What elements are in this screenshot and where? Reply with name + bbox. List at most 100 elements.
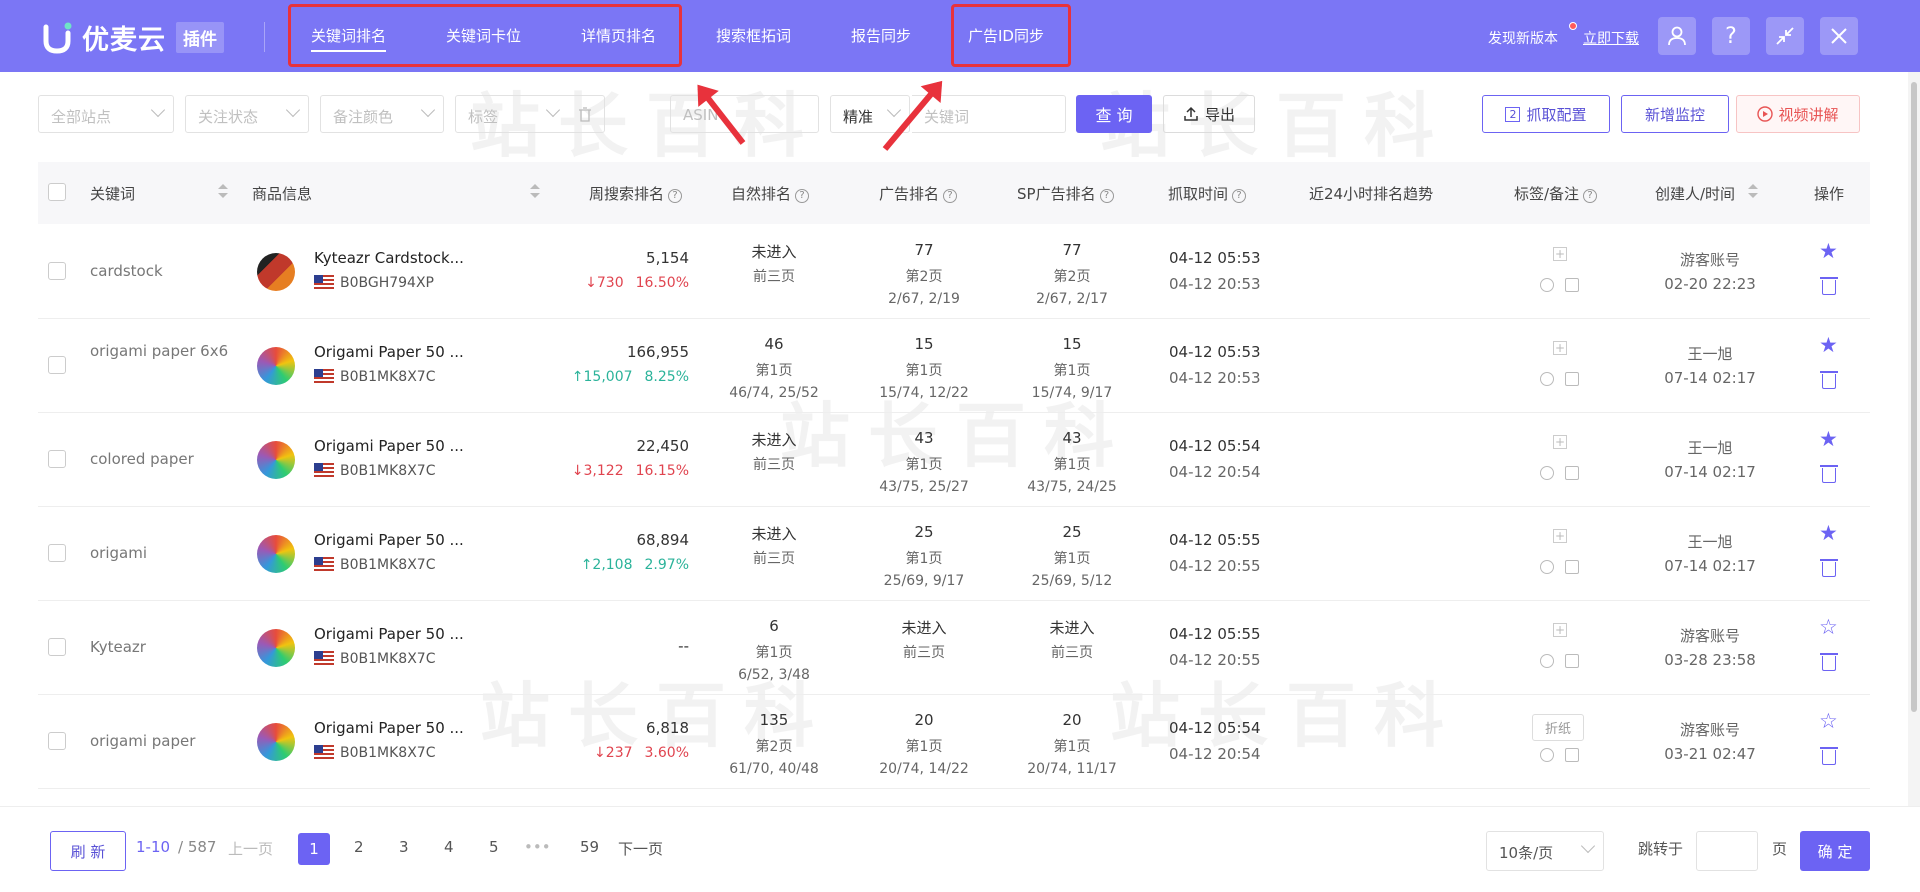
row-checkbox[interactable]	[48, 262, 66, 280]
product-title[interactable]: Kyteazr Cardstock...	[314, 249, 464, 267]
product-asin[interactable]: B0B1MK8X7C	[314, 651, 435, 667]
add-monitor-button[interactable]: 新增监控	[1621, 95, 1729, 133]
trash-icon[interactable]	[578, 107, 592, 122]
note-icon[interactable]	[1565, 748, 1579, 762]
page-4-button[interactable]: 4	[444, 838, 454, 856]
star-filled-icon[interactable]: ★	[1819, 427, 1838, 451]
download-link[interactable]: 立即下载	[1583, 28, 1639, 48]
export-button[interactable]: 导出	[1163, 95, 1255, 133]
product-image[interactable]	[257, 629, 295, 667]
help-button[interactable]: ?	[1712, 17, 1750, 55]
add-tag-icon[interactable]: +	[1553, 341, 1567, 355]
product-asin[interactable]: B0B1MK8X7C	[314, 745, 435, 761]
delete-icon[interactable]	[1820, 559, 1838, 577]
note-color-icon[interactable]	[1540, 748, 1554, 762]
add-tag-icon[interactable]: +	[1553, 435, 1567, 449]
product-title[interactable]: Origami Paper 50 ...	[314, 343, 464, 361]
tab-search-box-expand[interactable]: 搜索框拓词	[716, 25, 791, 46]
select-all-checkbox[interactable]	[48, 183, 66, 201]
product-title[interactable]: Origami Paper 50 ...	[314, 531, 464, 549]
page-5-button[interactable]: 5	[489, 838, 499, 856]
help-icon[interactable]: ?	[668, 189, 683, 203]
keyword-input[interactable]: 关键词	[912, 95, 1066, 133]
next-page-button[interactable]: 下一页	[618, 838, 663, 859]
star-filled-icon[interactable]: ★	[1819, 521, 1838, 545]
sort-icon[interactable]	[218, 184, 228, 200]
row-checkbox[interactable]	[48, 450, 66, 468]
fetch-config-button[interactable]: 2 抓取配置	[1482, 95, 1610, 133]
page-1-button[interactable]: 1	[298, 833, 330, 865]
organic-rank-detail: 6/52, 3/48	[738, 667, 810, 683]
user-button[interactable]	[1658, 17, 1696, 55]
product-asin[interactable]: B0B1MK8X7C	[314, 463, 435, 479]
note-icon[interactable]	[1565, 560, 1579, 574]
star-filled-icon[interactable]: ★	[1819, 239, 1838, 263]
star-outline-icon[interactable]: ☆	[1819, 615, 1838, 639]
delete-icon[interactable]	[1820, 277, 1838, 295]
add-tag-icon[interactable]: +	[1553, 623, 1567, 637]
product-image[interactable]	[257, 253, 295, 291]
jump-confirm-button[interactable]: 确 定	[1800, 831, 1870, 871]
tag-chip[interactable]: 折纸	[1532, 714, 1585, 741]
weekly-change-value: 237	[605, 745, 633, 761]
scrollbar-thumb[interactable]	[1911, 82, 1917, 712]
note-icon[interactable]	[1565, 466, 1579, 480]
product-title[interactable]: Origami Paper 50 ...	[314, 625, 464, 643]
page-59-button[interactable]: 59	[580, 838, 599, 856]
video-tutorial-button[interactable]: 视频讲解	[1736, 95, 1860, 133]
star-outline-icon[interactable]: ☆	[1819, 709, 1838, 733]
product-image[interactable]	[257, 723, 295, 761]
row-checkbox[interactable]	[48, 356, 66, 374]
note-color-icon[interactable]	[1540, 654, 1554, 668]
page-2-button[interactable]: 2	[354, 838, 364, 856]
tab-report-sync[interactable]: 报告同步	[851, 25, 911, 46]
row-checkbox[interactable]	[48, 544, 66, 562]
row-checkbox[interactable]	[48, 732, 66, 750]
query-button[interactable]: 查 询	[1076, 95, 1152, 133]
sort-icon[interactable]	[530, 184, 540, 200]
scrollbar[interactable]	[1908, 72, 1920, 806]
prev-page-button[interactable]: 上一页	[228, 838, 273, 859]
asin-input[interactable]: ASIN	[670, 95, 819, 133]
jump-page-input[interactable]	[1696, 831, 1758, 871]
note-icon[interactable]	[1565, 654, 1579, 668]
follow-status-select[interactable]: 关注状态	[185, 95, 309, 133]
note-color-select[interactable]: 备注颜色	[320, 95, 444, 133]
product-asin[interactable]: B0B1MK8X7C	[314, 557, 435, 573]
note-icon[interactable]	[1565, 278, 1579, 292]
tag-select[interactable]: 标签	[455, 95, 605, 133]
close-button[interactable]	[1820, 17, 1858, 55]
note-color-icon[interactable]	[1540, 372, 1554, 386]
product-asin[interactable]: B0B1MK8X7C	[314, 369, 435, 385]
product-image[interactable]	[257, 441, 295, 479]
page-ellipsis[interactable]: •••	[524, 838, 551, 856]
site-select[interactable]: 全部站点	[38, 95, 174, 133]
help-icon[interactable]: ?	[795, 189, 810, 203]
row-checkbox[interactable]	[48, 638, 66, 656]
sort-icon[interactable]	[1748, 184, 1758, 200]
page-3-button[interactable]: 3	[399, 838, 409, 856]
note-icon[interactable]	[1565, 372, 1579, 386]
add-tag-icon[interactable]: +	[1553, 247, 1567, 261]
delete-icon[interactable]	[1820, 465, 1838, 483]
note-color-icon[interactable]	[1540, 560, 1554, 574]
note-color-icon[interactable]	[1540, 466, 1554, 480]
add-tag-icon[interactable]: +	[1553, 529, 1567, 543]
product-title[interactable]: Origami Paper 50 ...	[314, 437, 464, 455]
product-image[interactable]	[257, 347, 295, 385]
help-icon[interactable]: ?	[1232, 189, 1247, 203]
note-color-icon[interactable]	[1540, 278, 1554, 292]
delete-icon[interactable]	[1820, 653, 1838, 671]
help-icon[interactable]: ?	[1583, 189, 1598, 203]
help-icon[interactable]: ?	[1099, 189, 1114, 203]
refresh-button[interactable]: 刷 新	[50, 831, 126, 871]
product-asin[interactable]: B0BGH794XP	[314, 275, 434, 291]
collapse-button[interactable]	[1766, 17, 1804, 55]
page-size-select[interactable]: 10条/页	[1486, 831, 1604, 871]
help-icon[interactable]: ?	[943, 189, 958, 203]
delete-icon[interactable]	[1820, 747, 1838, 765]
product-title[interactable]: Origami Paper 50 ...	[314, 719, 464, 737]
delete-icon[interactable]	[1820, 371, 1838, 389]
star-filled-icon[interactable]: ★	[1819, 333, 1838, 357]
product-image[interactable]	[257, 535, 295, 573]
